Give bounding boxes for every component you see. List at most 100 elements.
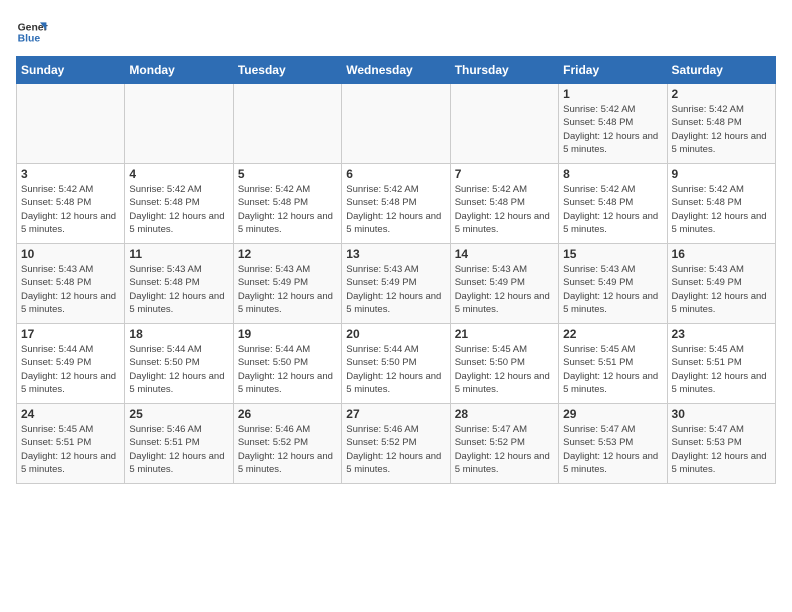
day-number: 2: [672, 87, 771, 101]
calendar-week-row: 1Sunrise: 5:42 AM Sunset: 5:48 PM Daylig…: [17, 84, 776, 164]
calendar-cell: [125, 84, 233, 164]
day-info: Sunrise: 5:43 AM Sunset: 5:48 PM Dayligh…: [21, 263, 120, 316]
day-info: Sunrise: 5:47 AM Sunset: 5:53 PM Dayligh…: [672, 423, 771, 476]
day-number: 12: [238, 247, 337, 261]
day-number: 24: [21, 407, 120, 421]
calendar-cell: 4 Sunrise: 5:42 AM Sunset: 5:48 PM Daylig…: [125, 164, 233, 244]
day-info: Sunrise: 5:44 AM Sunset: 5:50 PM Dayligh…: [346, 343, 445, 396]
calendar-week-row: 3 Sunrise: 5:42 AM Sunset: 5:48 PM Daylig…: [17, 164, 776, 244]
logo-icon: General Blue: [16, 16, 48, 48]
day-number: 30: [672, 407, 771, 421]
logo: General Blue: [16, 16, 48, 48]
calendar-cell: 6 Sunrise: 5:42 AM Sunset: 5:48 PM Daylig…: [342, 164, 450, 244]
calendar-cell: 20 Sunrise: 5:44 AM Sunset: 5:50 PM Dayli…: [342, 324, 450, 404]
calendar-cell: 23 Sunrise: 5:45 AM Sunset: 5:51 PM Dayli…: [667, 324, 775, 404]
day-number: 6: [346, 167, 445, 181]
day-info: Sunrise: 5:42 AM Sunset: 5:48 PM Dayligh…: [563, 183, 662, 236]
day-info: Sunrise: 5:43 AM Sunset: 5:48 PM Dayligh…: [129, 263, 228, 316]
day-number: 11: [129, 247, 228, 261]
day-number: 7: [455, 167, 554, 181]
day-info: Sunrise: 5:43 AM Sunset: 5:49 PM Dayligh…: [346, 263, 445, 316]
day-info: Sunrise: 5:46 AM Sunset: 5:51 PM Dayligh…: [129, 423, 228, 476]
calendar-cell: 2 Sunrise: 5:42 AM Sunset: 5:48 PM Daylig…: [667, 84, 775, 164]
calendar-cell: 19 Sunrise: 5:44 AM Sunset: 5:50 PM Dayli…: [233, 324, 341, 404]
day-info: Sunrise: 5:45 AM Sunset: 5:51 PM Dayligh…: [21, 423, 120, 476]
day-number: 22: [563, 327, 662, 341]
day-info: Sunrise: 5:42 AM Sunset: 5:48 PM Dayligh…: [346, 183, 445, 236]
calendar-cell: 24 Sunrise: 5:45 AM Sunset: 5:51 PM Dayli…: [17, 404, 125, 484]
calendar-cell: 29 Sunrise: 5:47 AM Sunset: 5:53 PM Dayli…: [559, 404, 667, 484]
day-info: Sunrise: 5:46 AM Sunset: 5:52 PM Dayligh…: [238, 423, 337, 476]
day-number: 20: [346, 327, 445, 341]
day-number: 26: [238, 407, 337, 421]
calendar-cell: 27Sunrise: 5:46 AM Sunset: 5:52 PM Dayli…: [342, 404, 450, 484]
page-header: General Blue: [16, 16, 776, 48]
day-number: 13: [346, 247, 445, 261]
calendar-cell: 17 Sunrise: 5:44 AM Sunset: 5:49 PM Dayli…: [17, 324, 125, 404]
calendar-header-row: SundayMondayTuesdayWednesdayThursdayFrid…: [17, 57, 776, 84]
day-number: 25: [129, 407, 228, 421]
day-number: 16: [672, 247, 771, 261]
calendar-cell: 12Sunrise: 5:43 AM Sunset: 5:49 PM Dayli…: [233, 244, 341, 324]
day-number: 3: [21, 167, 120, 181]
day-info: Sunrise: 5:42 AM Sunset: 5:48 PM Dayligh…: [563, 103, 662, 156]
calendar-cell: 18 Sunrise: 5:44 AM Sunset: 5:50 PM Dayli…: [125, 324, 233, 404]
day-number: 19: [238, 327, 337, 341]
day-header-monday: Monday: [125, 57, 233, 84]
day-header-wednesday: Wednesday: [342, 57, 450, 84]
day-info: Sunrise: 5:42 AM Sunset: 5:48 PM Dayligh…: [672, 183, 771, 236]
calendar-cell: 1Sunrise: 5:42 AM Sunset: 5:48 PM Daylig…: [559, 84, 667, 164]
calendar-week-row: 10 Sunrise: 5:43 AM Sunset: 5:48 PM Dayli…: [17, 244, 776, 324]
day-info: Sunrise: 5:45 AM Sunset: 5:50 PM Dayligh…: [455, 343, 554, 396]
calendar-cell: [17, 84, 125, 164]
day-number: 15: [563, 247, 662, 261]
day-header-saturday: Saturday: [667, 57, 775, 84]
calendar-cell: 14Sunrise: 5:43 AM Sunset: 5:49 PM Dayli…: [450, 244, 558, 324]
calendar-cell: 5Sunrise: 5:42 AM Sunset: 5:48 PM Daylig…: [233, 164, 341, 244]
day-number: 17: [21, 327, 120, 341]
day-number: 29: [563, 407, 662, 421]
day-info: Sunrise: 5:42 AM Sunset: 5:48 PM Dayligh…: [672, 103, 771, 156]
calendar-cell: 16 Sunrise: 5:43 AM Sunset: 5:49 PM Dayli…: [667, 244, 775, 324]
day-info: Sunrise: 5:42 AM Sunset: 5:48 PM Dayligh…: [238, 183, 337, 236]
calendar-cell: 9Sunrise: 5:42 AM Sunset: 5:48 PM Daylig…: [667, 164, 775, 244]
day-number: 18: [129, 327, 228, 341]
day-number: 10: [21, 247, 120, 261]
calendar-cell: 25 Sunrise: 5:46 AM Sunset: 5:51 PM Dayli…: [125, 404, 233, 484]
day-info: Sunrise: 5:42 AM Sunset: 5:48 PM Dayligh…: [455, 183, 554, 236]
day-info: Sunrise: 5:45 AM Sunset: 5:51 PM Dayligh…: [672, 343, 771, 396]
day-info: Sunrise: 5:44 AM Sunset: 5:50 PM Dayligh…: [129, 343, 228, 396]
day-info: Sunrise: 5:42 AM Sunset: 5:48 PM Dayligh…: [129, 183, 228, 236]
day-number: 8: [563, 167, 662, 181]
day-number: 14: [455, 247, 554, 261]
calendar-cell: 11 Sunrise: 5:43 AM Sunset: 5:48 PM Dayli…: [125, 244, 233, 324]
calendar-cell: 30 Sunrise: 5:47 AM Sunset: 5:53 PM Dayli…: [667, 404, 775, 484]
day-number: 28: [455, 407, 554, 421]
day-info: Sunrise: 5:44 AM Sunset: 5:50 PM Dayligh…: [238, 343, 337, 396]
calendar-week-row: 17 Sunrise: 5:44 AM Sunset: 5:49 PM Dayli…: [17, 324, 776, 404]
calendar-cell: 26 Sunrise: 5:46 AM Sunset: 5:52 PM Dayli…: [233, 404, 341, 484]
day-info: Sunrise: 5:47 AM Sunset: 5:53 PM Dayligh…: [563, 423, 662, 476]
calendar-week-row: 24 Sunrise: 5:45 AM Sunset: 5:51 PM Dayli…: [17, 404, 776, 484]
day-info: Sunrise: 5:45 AM Sunset: 5:51 PM Dayligh…: [563, 343, 662, 396]
day-info: Sunrise: 5:43 AM Sunset: 5:49 PM Dayligh…: [672, 263, 771, 316]
day-number: 23: [672, 327, 771, 341]
day-header-thursday: Thursday: [450, 57, 558, 84]
calendar-cell: [342, 84, 450, 164]
calendar-cell: 22 Sunrise: 5:45 AM Sunset: 5:51 PM Dayli…: [559, 324, 667, 404]
calendar-cell: 28 Sunrise: 5:47 AM Sunset: 5:52 PM Dayli…: [450, 404, 558, 484]
calendar-cell: 7 Sunrise: 5:42 AM Sunset: 5:48 PM Daylig…: [450, 164, 558, 244]
calendar-cell: 8 Sunrise: 5:42 AM Sunset: 5:48 PM Daylig…: [559, 164, 667, 244]
day-number: 4: [129, 167, 228, 181]
calendar-cell: 10 Sunrise: 5:43 AM Sunset: 5:48 PM Dayli…: [17, 244, 125, 324]
svg-text:Blue: Blue: [18, 34, 41, 45]
calendar-body: 1Sunrise: 5:42 AM Sunset: 5:48 PM Daylig…: [17, 84, 776, 484]
day-info: Sunrise: 5:43 AM Sunset: 5:49 PM Dayligh…: [563, 263, 662, 316]
day-info: Sunrise: 5:47 AM Sunset: 5:52 PM Dayligh…: [455, 423, 554, 476]
day-info: Sunrise: 5:44 AM Sunset: 5:49 PM Dayligh…: [21, 343, 120, 396]
calendar-cell: 21Sunrise: 5:45 AM Sunset: 5:50 PM Dayli…: [450, 324, 558, 404]
calendar-cell: 3Sunrise: 5:42 AM Sunset: 5:48 PM Daylig…: [17, 164, 125, 244]
day-header-sunday: Sunday: [17, 57, 125, 84]
calendar-table: SundayMondayTuesdayWednesdayThursdayFrid…: [16, 56, 776, 484]
day-number: 27: [346, 407, 445, 421]
